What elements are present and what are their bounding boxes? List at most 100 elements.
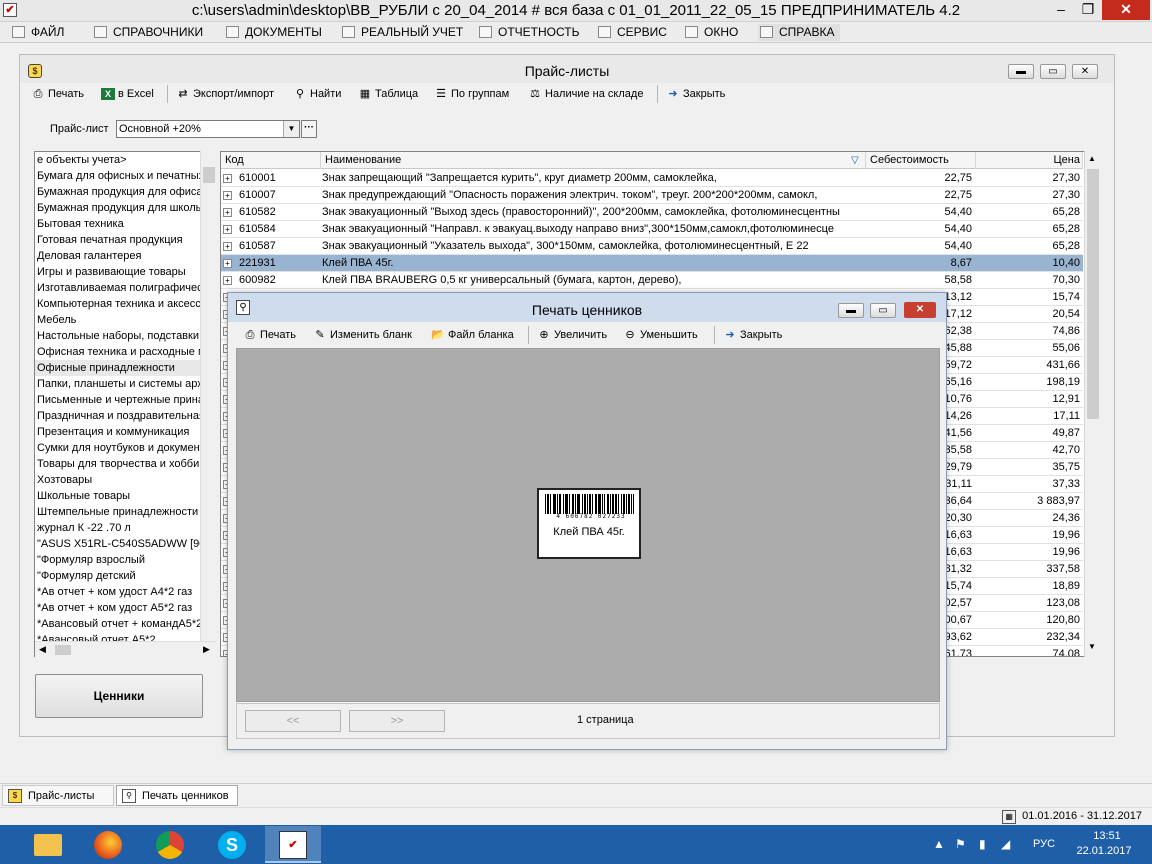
find-button[interactable]: ⚲ Найти	[292, 84, 341, 104]
skype-icon[interactable]: S	[204, 826, 260, 863]
expand-icon[interactable]: +	[223, 225, 232, 234]
group-item[interactable]: Готовая печатная продукция	[35, 232, 215, 248]
accounting-app-icon[interactable]: ✔	[265, 826, 321, 863]
minimize-button[interactable]: –	[1048, 0, 1074, 20]
form-file-button[interactable]: 📂 Файл бланка	[430, 325, 514, 345]
close-button[interactable]: ✕	[1102, 0, 1150, 20]
flag-icon[interactable]: ⚑	[955, 837, 966, 851]
scroll-left-icon[interactable]: ◀	[39, 644, 46, 655]
column-code[interactable]: Код	[221, 152, 321, 169]
expand-icon[interactable]: +	[223, 259, 232, 268]
group-item[interactable]: *Ав отчет + ком удост А4*2 газ	[35, 584, 215, 600]
volume-icon[interactable]: ◢	[1001, 837, 1010, 851]
group-item[interactable]: Компьютерная техника и аксессуары	[35, 296, 215, 312]
menu-window[interactable]: ОКНО	[683, 24, 738, 41]
expand-icon[interactable]: +	[223, 208, 232, 217]
group-item[interactable]: Мебель	[35, 312, 215, 328]
filter-icon[interactable]: ▽	[847, 152, 865, 169]
group-item[interactable]: "ASUS X51RL-C540S5ADWW [90NL...	[35, 536, 215, 552]
group-item[interactable]: Бумажная продукция для школы	[35, 200, 215, 216]
dialog-maximize-button[interactable]: ▭	[870, 303, 896, 318]
tab-print-labels[interactable]: ⚲ Печать ценников	[116, 785, 238, 806]
battery-icon[interactable]: ▮	[979, 837, 986, 851]
group-item[interactable]: Презентация и коммуникация	[35, 424, 215, 440]
tab-pricelists[interactable]: $ Прайс-листы	[2, 785, 114, 806]
expand-icon[interactable]: +	[223, 191, 232, 200]
group-item[interactable]: Школьные товары	[35, 488, 215, 504]
groups-list[interactable]: е объекты учета> Бумага для офисных и печ…	[34, 151, 216, 657]
label-preview-area[interactable]: 4 606782 027233 Клей ПВА 45г.	[236, 348, 940, 702]
table-row[interactable]: +610582 Знак эвакуационный "Выход здесь (…	[221, 204, 1083, 221]
labels-button[interactable]: Ценники	[35, 674, 203, 718]
scroll-up-icon[interactable]: ▲	[1088, 154, 1096, 163]
group-item[interactable]: Офисная техника и расходные материалы	[35, 344, 215, 360]
group-item[interactable]: Хозтовары	[35, 472, 215, 488]
period-indicator[interactable]: ▦ 01.01.2016 - 31.12.2017	[1002, 810, 1142, 824]
excel-button[interactable]: Xв Excel	[100, 84, 154, 104]
firefox-icon[interactable]	[80, 826, 136, 863]
chevron-down-icon[interactable]: ▼	[283, 121, 299, 137]
maximize-button[interactable]: ❐	[1075, 0, 1101, 20]
expand-icon[interactable]: +	[223, 174, 232, 183]
group-item[interactable]: журнал К -22 .70 л	[35, 520, 215, 536]
group-item[interactable]: Игры и развивающие товары	[35, 264, 215, 280]
column-cost[interactable]: Себестоимость	[866, 152, 976, 169]
print-button[interactable]: ⎙ Печать	[30, 84, 84, 104]
group-item[interactable]: Изготавливаемая полиграфическая продукци…	[35, 280, 215, 296]
prev-page-button[interactable]: <<	[245, 710, 341, 732]
table-button[interactable]: ▦ Таблица	[357, 84, 418, 104]
table-row[interactable]: +221931 Клей ПВА 45г. 8,67 10,40	[221, 255, 1083, 272]
menu-service[interactable]: СЕРВИС	[596, 24, 667, 41]
menu-catalogs[interactable]: СПРАВОЧНИКИ	[92, 24, 203, 41]
menu-real-accounting[interactable]: РЕАЛЬНЫЙ УЧЕТ	[340, 24, 463, 41]
column-price[interactable]: Цена	[976, 152, 1083, 169]
by-groups-button[interactable]: ☰ По группам	[433, 84, 509, 104]
group-item[interactable]: Деловая галантерея	[35, 248, 215, 264]
group-item[interactable]: Бумажная продукция для офиса	[35, 184, 215, 200]
group-item[interactable]: е объекты учета>	[35, 152, 215, 168]
stock-button[interactable]: ⚖ Наличие на складе	[527, 84, 643, 104]
group-item[interactable]: *Авансовый отчет + командА5*2	[35, 616, 215, 632]
group-item[interactable]: "Формуляр детский	[35, 568, 215, 584]
menu-help[interactable]: СПРАВКА	[758, 24, 840, 41]
group-item[interactable]: Настольные наборы, подставки	[35, 328, 215, 344]
tray-up-icon[interactable]: ▲	[933, 837, 945, 851]
menu-reports[interactable]: ОТЧЕТНОСТЬ	[477, 24, 579, 41]
file-explorer-icon[interactable]	[20, 826, 76, 863]
scroll-down-icon[interactable]: ▼	[1088, 642, 1096, 651]
menu-file[interactable]: ФАЙЛ	[10, 24, 64, 41]
column-name[interactable]: Наименование	[321, 152, 866, 169]
pricelists-close-button[interactable]: ✕	[1072, 64, 1098, 79]
groups-horizontal-scrollbar[interactable]: ◀ ▶	[35, 641, 216, 657]
table-row[interactable]: +610007 Знак предупреждающий "Опасность п…	[221, 187, 1083, 204]
group-item[interactable]: Папки, планшеты и системы архивации	[35, 376, 215, 392]
next-page-button[interactable]: >>	[349, 710, 445, 732]
scrollbar-thumb[interactable]	[55, 645, 71, 655]
scrollbar-thumb[interactable]	[203, 167, 215, 183]
close-window-button[interactable]: ➜ Закрыть	[665, 84, 725, 104]
group-item[interactable]: Праздничная и поздравительная продукция	[35, 408, 215, 424]
export-import-button[interactable]: ⇄ Экспорт/импорт	[175, 84, 274, 104]
group-item[interactable]: Бытовая техника	[35, 216, 215, 232]
chrome-icon[interactable]	[142, 826, 198, 863]
zoom-out-button[interactable]: ⊖ Уменьшить	[622, 325, 697, 345]
pricelist-browse-button[interactable]: ···	[301, 120, 317, 138]
dialog-close-button[interactable]: ✕	[904, 302, 936, 318]
table-row[interactable]: +610587 Знак эвакуационный "Указатель вых…	[221, 238, 1083, 255]
group-item[interactable]: Сумки для ноутбуков и документов	[35, 440, 215, 456]
edit-form-button[interactable]: ✎ Изменить бланк	[312, 325, 412, 345]
dialog-minimize-button[interactable]: ▬	[838, 303, 864, 318]
expand-icon[interactable]: +	[223, 242, 232, 251]
group-item[interactable]: "Формуляр взрослый	[35, 552, 215, 568]
menu-documents[interactable]: ДОКУМЕНТЫ	[224, 24, 322, 41]
table-row[interactable]: +610584 Знак эвакуационный "Направл. к эв…	[221, 221, 1083, 238]
zoom-in-button[interactable]: ⊕ Увеличить	[536, 325, 607, 345]
dialog-print-button[interactable]: ⎙ Печать	[242, 325, 296, 345]
group-item[interactable]: Офисные принадлежности	[35, 360, 215, 376]
dialog-close-tool-button[interactable]: ➜ Закрыть	[722, 325, 782, 345]
expand-icon[interactable]: +	[223, 276, 232, 285]
group-item[interactable]: *Ав отчет + ком удост А5*2 газ	[35, 600, 215, 616]
clock-date[interactable]: 22.01.2017	[1071, 845, 1137, 857]
table-row[interactable]: +610001 Знак запрещающий "Запрещается кур…	[221, 170, 1083, 187]
pricelists-minimize-button[interactable]: ▬	[1008, 64, 1034, 79]
